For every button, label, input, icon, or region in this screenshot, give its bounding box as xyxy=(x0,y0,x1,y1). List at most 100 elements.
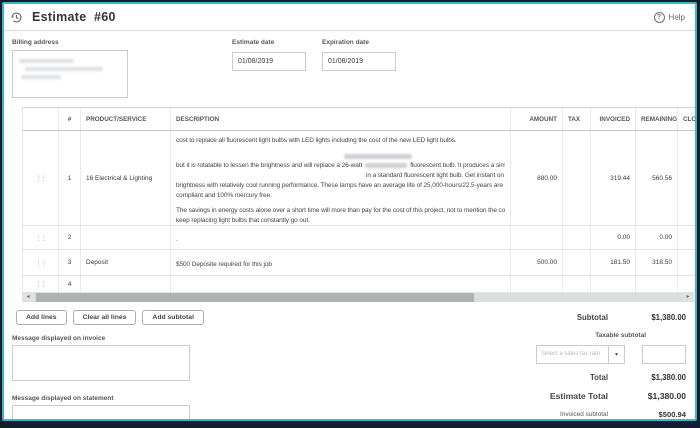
estimate-form: Billing address Estimate date Expiration… xyxy=(4,31,695,107)
closed-cell xyxy=(678,226,697,249)
invoice-message-block: Message displayed on invoice xyxy=(12,335,312,386)
amount-cell[interactable] xyxy=(511,276,563,292)
scrollbar-track[interactable] xyxy=(34,293,682,302)
invoiced-cell: 0.00 xyxy=(591,226,636,249)
amount-cell[interactable]: 500.00 xyxy=(511,250,563,275)
handle-col-header xyxy=(23,108,59,130)
bottom-section: Add lines Clear all lines Add subtotal M… xyxy=(4,302,695,421)
product-cell[interactable]: 16 Electrical & Lighting xyxy=(81,131,171,225)
estimate-date-input[interactable] xyxy=(232,52,306,71)
description-line: in a standard fluorescent light bulb. Ge… xyxy=(176,171,505,181)
amount-cell[interactable] xyxy=(511,226,563,249)
remaining-cell xyxy=(636,276,678,292)
taxable-subtotal-label: Taxable subtotal xyxy=(595,332,646,339)
table-row[interactable]: ⋮⋮ 2 . 0.00 0.00 xyxy=(23,226,697,250)
invoiced-subtotal-value: $500.94 xyxy=(608,410,686,419)
statement-message-block: Message displayed on statement xyxy=(12,395,312,421)
total-value: $1,380.00 xyxy=(608,373,686,382)
table-row[interactable]: ⋮⋮ 4 xyxy=(23,276,697,293)
product-cell[interactable] xyxy=(81,276,171,292)
tax-cell[interactable] xyxy=(563,276,591,292)
table-row[interactable]: ⋮⋮ 1 16 Electrical & Lighting cost to re… xyxy=(23,131,697,226)
scroll-right-icon[interactable]: ▸ xyxy=(682,293,694,302)
tax-cell[interactable] xyxy=(563,131,591,225)
history-icon[interactable] xyxy=(10,11,23,24)
line-actions: Add lines Clear all lines Add subtotal xyxy=(16,310,312,325)
add-lines-button[interactable]: Add lines xyxy=(16,310,67,325)
tax-cell[interactable] xyxy=(563,250,591,275)
sales-tax-select[interactable]: Select a sales tax rate ▾ xyxy=(536,345,625,364)
header-bar: Estimate #60 ? Help xyxy=(4,4,695,31)
redacted-text xyxy=(365,163,407,168)
add-subtotal-button[interactable]: Add subtotal xyxy=(142,310,204,325)
tax-amount-input[interactable] xyxy=(642,345,686,364)
expiration-date-label: Expiration date xyxy=(322,39,396,46)
estimate-date-label: Estimate date xyxy=(232,39,306,46)
product-cell[interactable]: Deposit xyxy=(81,250,171,275)
subtotal-value: $1,380.00 xyxy=(608,313,686,322)
help-button[interactable]: ? Help xyxy=(654,12,685,23)
billing-address-box[interactable] xyxy=(12,50,128,98)
billing-address-field: Billing address xyxy=(12,39,128,107)
expiration-date-field: Expiration date xyxy=(322,39,396,107)
expiration-date-input[interactable] xyxy=(322,52,396,71)
table-header-row: # PRODUCT/SERVICE DESCRIPTION AMOUNT TAX… xyxy=(23,108,697,131)
description-line: cost to replace all fluorescent light bu… xyxy=(176,136,505,146)
horizontal-scrollbar[interactable]: ◂ ▸ xyxy=(22,293,694,302)
subtotal-label: Subtotal xyxy=(577,313,608,322)
amount-cell[interactable]: 880.00 xyxy=(511,131,563,225)
invoice-message-input[interactable] xyxy=(12,345,190,381)
sales-tax-placeholder: Select a sales tax rate xyxy=(536,345,608,364)
billing-address-label: Billing address xyxy=(12,39,128,46)
remaining-cell: 318.50 xyxy=(636,250,678,275)
row-number: 3 xyxy=(59,250,81,275)
product-cell[interactable] xyxy=(81,226,171,249)
estimate-window: Estimate #60 ? Help Billing address Esti… xyxy=(2,2,697,421)
table-row[interactable]: ⋮⋮ 3 Deposit $500 Deposite required for … xyxy=(23,250,697,276)
col-header-amount: AMOUNT xyxy=(511,108,563,130)
bottom-left: Add lines Clear all lines Add subtotal M… xyxy=(12,308,312,421)
description-cell[interactable]: cost to replace all fluorescent light bu… xyxy=(171,131,511,225)
clear-all-lines-button[interactable]: Clear all lines xyxy=(73,310,137,325)
redacted-address-line xyxy=(21,75,61,79)
row-number: 1 xyxy=(59,131,81,225)
remaining-cell: 560.56 xyxy=(636,131,678,225)
estimate-total-value: $1,380.00 xyxy=(608,391,686,401)
col-header-tax: TAX xyxy=(563,108,591,130)
col-header-remaining: REMAINING xyxy=(636,108,678,130)
statement-message-input[interactable] xyxy=(12,405,190,421)
description-cell[interactable]: $500 Deposite required for this job xyxy=(171,250,511,275)
redacted-address-line xyxy=(25,67,103,71)
description-line: compliant and 100% mercury free. xyxy=(176,191,505,201)
description-cell[interactable] xyxy=(171,276,511,292)
drag-handle-icon[interactable]: ⋮⋮ xyxy=(23,276,59,292)
scroll-left-icon[interactable]: ◂ xyxy=(22,293,34,302)
description-line: but it is rotatable to lessen the bright… xyxy=(176,161,505,171)
col-header-num: # xyxy=(59,108,81,130)
invoice-message-label: Message displayed on invoice xyxy=(12,335,312,342)
col-header-invoiced: INVOICED xyxy=(591,108,636,130)
drag-handle-icon[interactable]: ⋮⋮ xyxy=(23,131,59,225)
totals-panel: Subtotal $1,380.00 Taxable subtotal Sele… xyxy=(312,308,695,421)
drag-handle-icon[interactable]: ⋮⋮ xyxy=(23,250,59,275)
chevron-down-icon[interactable]: ▾ xyxy=(608,345,625,364)
redacted-address-line xyxy=(19,59,74,63)
scrollbar-thumb[interactable] xyxy=(36,293,474,302)
estimate-date-field: Estimate date xyxy=(232,39,306,107)
description-cell[interactable]: . xyxy=(171,226,511,249)
row-number: 4 xyxy=(59,276,81,292)
invoiced-cell: 319.44 xyxy=(591,131,636,225)
invoiced-cell xyxy=(591,276,636,292)
row-number: 2 xyxy=(59,226,81,249)
total-label: Total xyxy=(590,373,608,382)
closed-cell xyxy=(678,131,697,225)
page-title: Estimate #60 xyxy=(32,10,116,24)
line-items-table: # PRODUCT/SERVICE DESCRIPTION AMOUNT TAX… xyxy=(22,107,697,293)
drag-handle-icon[interactable]: ⋮⋮ xyxy=(23,226,59,249)
statement-message-label: Message displayed on statement xyxy=(12,395,312,402)
tax-cell[interactable] xyxy=(563,226,591,249)
col-header-closed: CLO xyxy=(678,108,697,130)
description-line: brightness with relatively cool running … xyxy=(176,181,505,191)
description-line: The savings in energy costs alone over a… xyxy=(176,206,505,216)
help-label: Help xyxy=(669,13,685,22)
